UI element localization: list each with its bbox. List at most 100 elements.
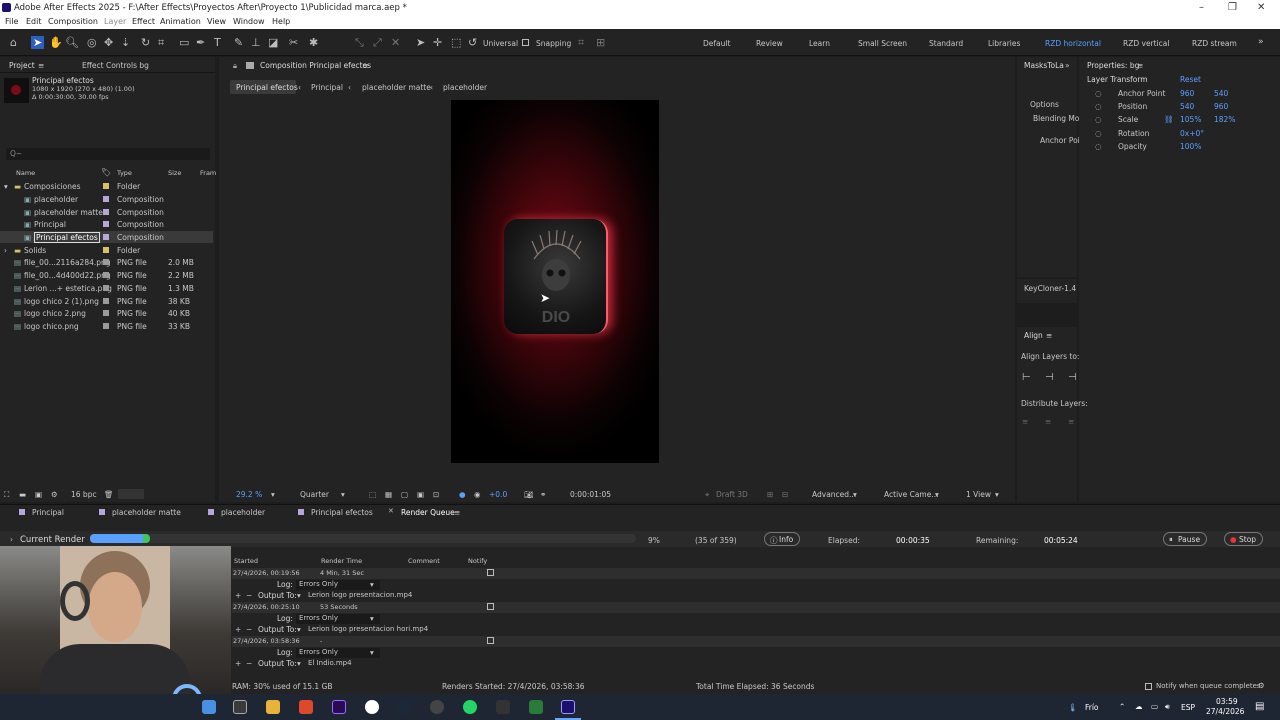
col-notify[interactable]: Notify (468, 557, 487, 565)
project-search-input[interactable]: Q~ (6, 148, 210, 160)
draft-3d-label[interactable]: Draft 3D (716, 490, 748, 499)
project-item[interactable]: ▤ file_00...2116a284.png PNG file 2.0 MB (0, 256, 213, 268)
puppet-tool-icon[interactable]: ✱ (309, 36, 318, 49)
project-menu-icon[interactable]: ≡ (38, 61, 44, 70)
axis-world-icon[interactable]: ⤢ (373, 36, 382, 50)
stopwatch-icon[interactable]: ◌ (1095, 115, 1102, 124)
distribute-top-icon[interactable]: ≡ (1022, 417, 1028, 426)
distribute-bottom-icon[interactable]: ≡ (1068, 417, 1074, 426)
axis-view-icon[interactable]: ✕ (391, 36, 400, 49)
render-item-row[interactable] (232, 636, 1280, 647)
col-started[interactable]: Started (234, 557, 258, 565)
remove-output-icon[interactable]: − (246, 625, 252, 634)
menu-help[interactable]: Help (272, 17, 290, 26)
col-name[interactable]: Name (16, 169, 35, 177)
view-layout-select[interactable]: 1 View (966, 490, 991, 499)
interpret-footage-icon[interactable]: ⛶ (4, 490, 9, 500)
col-size[interactable]: Size (168, 169, 181, 177)
app-icon[interactable] (496, 700, 510, 714)
align-right-icon[interactable]: ⊣ (1068, 372, 1077, 383)
region-icon[interactable]: ⬚ (369, 490, 376, 499)
pan-tool-icon[interactable]: ✥ (104, 36, 113, 49)
project-item[interactable]: ▤ Lerion ...+ estetica.png PNG file 1.3 MB (0, 282, 213, 294)
channel-icon[interactable]: ⊡ (433, 490, 439, 499)
workspace-review[interactable]: Review (756, 39, 783, 48)
tray-chevron-icon[interactable]: ⌃ (1119, 702, 1125, 711)
minimize-button[interactable]: – (1199, 2, 1204, 13)
dolly-tool-icon[interactable]: ⇣ (121, 36, 130, 49)
tab-align[interactable]: Align (1024, 331, 1043, 340)
delete-icon[interactable]: 🗑︎ (104, 490, 114, 499)
current-time[interactable]: 0:00:01:05 (570, 490, 611, 499)
label-color-swatch[interactable] (103, 259, 109, 265)
keycloner-tab[interactable]: KeyCloner-1.4 (1024, 284, 1076, 293)
project-item[interactable]: › ▬ Solids Folder (0, 244, 213, 256)
color-channels-icon[interactable]: ● (459, 490, 466, 499)
brave-icon[interactable] (299, 700, 313, 714)
info-button[interactable]: ⓘ Info (764, 532, 801, 546)
menu-layer[interactable]: Layer (104, 17, 126, 26)
language-indicator[interactable]: ESP (1181, 703, 1195, 712)
thumbnail-slider[interactable] (118, 489, 144, 499)
rotate-tool-icon[interactable]: ↻ (141, 36, 150, 49)
menu-composition[interactable]: Composition (48, 17, 98, 26)
snapping-checkbox[interactable] (522, 39, 529, 46)
whatsapp-icon[interactable] (463, 700, 477, 714)
anchor-y-value[interactable]: 540 (1214, 89, 1228, 98)
draft-3d-icon[interactable]: ⌖ (705, 490, 709, 500)
axis-local-icon[interactable]: ⤡ (355, 36, 364, 50)
zoom-chevron-icon[interactable]: ▾ (271, 490, 275, 499)
label-color-swatch[interactable] (103, 285, 109, 291)
show-snapshot-icon[interactable]: ⚭ (540, 490, 546, 499)
tab-effect-controls[interactable]: Effect Controls bg (82, 61, 149, 70)
clone-tool-icon[interactable]: ⊥ (251, 36, 261, 49)
workspace-default[interactable]: Default (703, 39, 730, 48)
distribute-middle-icon[interactable]: ≡ (1045, 417, 1051, 426)
clock-date[interactable]: 27/4/2026 (1206, 707, 1244, 716)
masks-overflow-icon[interactable]: » (1065, 61, 1070, 70)
masks-options[interactable]: Options (1030, 100, 1059, 109)
timeline-tab[interactable]: placeholder (221, 508, 265, 517)
battery-icon[interactable]: ▭ (1151, 702, 1158, 711)
col-comment[interactable]: Comment (408, 557, 440, 565)
workspace-small-screen[interactable]: Small Screen (858, 39, 907, 48)
timeline-tab[interactable]: Render Queue (401, 508, 455, 517)
collapse-icon[interactable]: ▾ (4, 182, 8, 191)
rectangle-tool-icon[interactable]: ▭ (179, 36, 189, 49)
tab-composition[interactable]: Composition Principal efectos (260, 61, 371, 70)
label-color-swatch[interactable] (103, 234, 109, 240)
mask-visibility-icon[interactable]: ▢ (401, 490, 408, 499)
weather-label[interactable]: Frío (1085, 703, 1099, 712)
orbit-tool-icon[interactable]: ◎ (87, 36, 97, 49)
masks-anchor[interactable]: Anchor Poi (1040, 136, 1080, 145)
project-item[interactable]: ▤ logo chico.png PNG file 33 KB (0, 320, 213, 332)
view-chevron-icon[interactable]: ▾ (995, 490, 999, 499)
properties-menu-icon[interactable]: ≡ (1137, 61, 1143, 70)
log-select[interactable]: Errors Only ▾ (296, 580, 380, 590)
log-chevron-icon[interactable]: ▾ (370, 648, 374, 657)
expand-icon[interactable]: › (4, 246, 7, 255)
output-file[interactable]: Lerion logo presentacion.mp4 (308, 591, 412, 599)
rotate-universal-icon[interactable]: ↺ (468, 36, 477, 49)
stopwatch-icon[interactable]: ◌ (1095, 102, 1102, 111)
current-render-expand-icon[interactable]: › (10, 535, 13, 544)
hand-tool-icon[interactable]: ✋ (49, 36, 63, 49)
comp-menu-icon[interactable]: ≡ (362, 61, 368, 70)
project-item[interactable]: ▣ placeholder matte Composition (0, 206, 213, 218)
3d-view-icon[interactable]: ⊞ (767, 490, 773, 499)
output-file[interactable]: El Indio.mp4 (308, 659, 352, 667)
label-color-swatch[interactable] (103, 310, 109, 316)
label-col-icon[interactable]: 🏷︎ (101, 168, 111, 177)
tab-masks[interactable]: MasksToLa (1024, 61, 1064, 70)
notify-item-checkbox[interactable] (487, 637, 494, 644)
render-item-row[interactable] (232, 602, 1280, 613)
breadcrumb-placeholder-matte[interactable]: placeholder matte (362, 83, 431, 92)
renderer-select[interactable]: Advanced... (812, 490, 856, 499)
guides-icon[interactable]: ▣ (417, 490, 424, 499)
workspace-standard[interactable]: Standard (929, 39, 963, 48)
chrome-icon[interactable] (365, 700, 379, 714)
render-queue-menu-icon[interactable]: ≡ (454, 508, 460, 517)
label-color-swatch[interactable] (103, 298, 109, 304)
log-chevron-icon[interactable]: ▾ (370, 580, 374, 589)
after-effects-taskbar-icon[interactable] (561, 700, 575, 714)
